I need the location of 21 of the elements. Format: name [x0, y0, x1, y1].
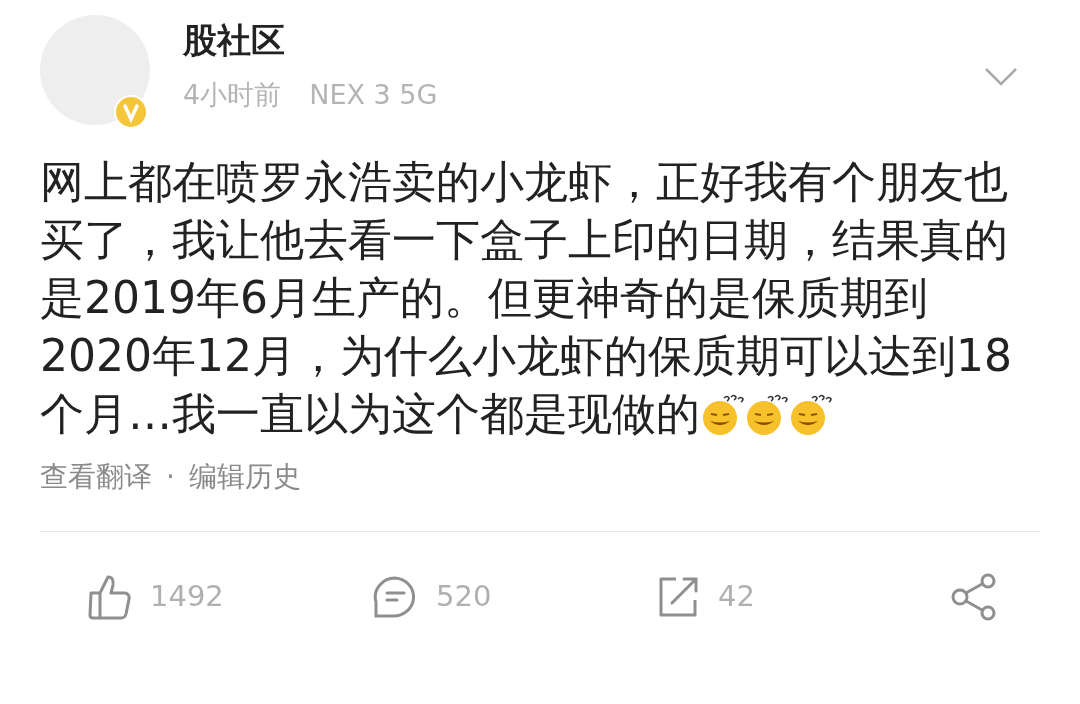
confused-face-icon	[788, 392, 832, 436]
comment-count: 520	[436, 578, 492, 616]
post-text-line: 买了，我让他去看一下盒子上印的日期，结果真的	[40, 213, 1008, 267]
confused-face-icon	[744, 392, 788, 436]
repost-count: 42	[718, 578, 755, 616]
view-translation-link[interactable]: 查看翻译	[40, 457, 152, 497]
device-label: NEX 3 5G	[309, 78, 438, 112]
separator-dot: ·	[166, 459, 175, 495]
thumbs-up-icon	[88, 574, 132, 620]
post-text-line: 网上都在喷罗永浩卖的小龙虾，正好我有个朋友也	[40, 155, 1008, 209]
post-time: 4小时前	[183, 78, 282, 112]
share-icon[interactable]	[950, 572, 998, 622]
post-text-line: 个月…我一直以为这个都是现做的	[40, 387, 700, 441]
comment-icon	[372, 575, 418, 619]
post-text-line: 2020年12月，为什么小龙虾的保质期可以达到18	[40, 329, 1012, 383]
post-text-line: 是2019年6月生产的。但更神奇的是保质期到	[40, 271, 928, 325]
like-count: 1492	[150, 578, 224, 616]
confused-face-icon	[700, 392, 744, 436]
author-name[interactable]: 股社区	[183, 17, 438, 63]
edit-history-link[interactable]: 编辑历史	[188, 457, 301, 497]
chevron-down-icon[interactable]	[984, 67, 1018, 87]
